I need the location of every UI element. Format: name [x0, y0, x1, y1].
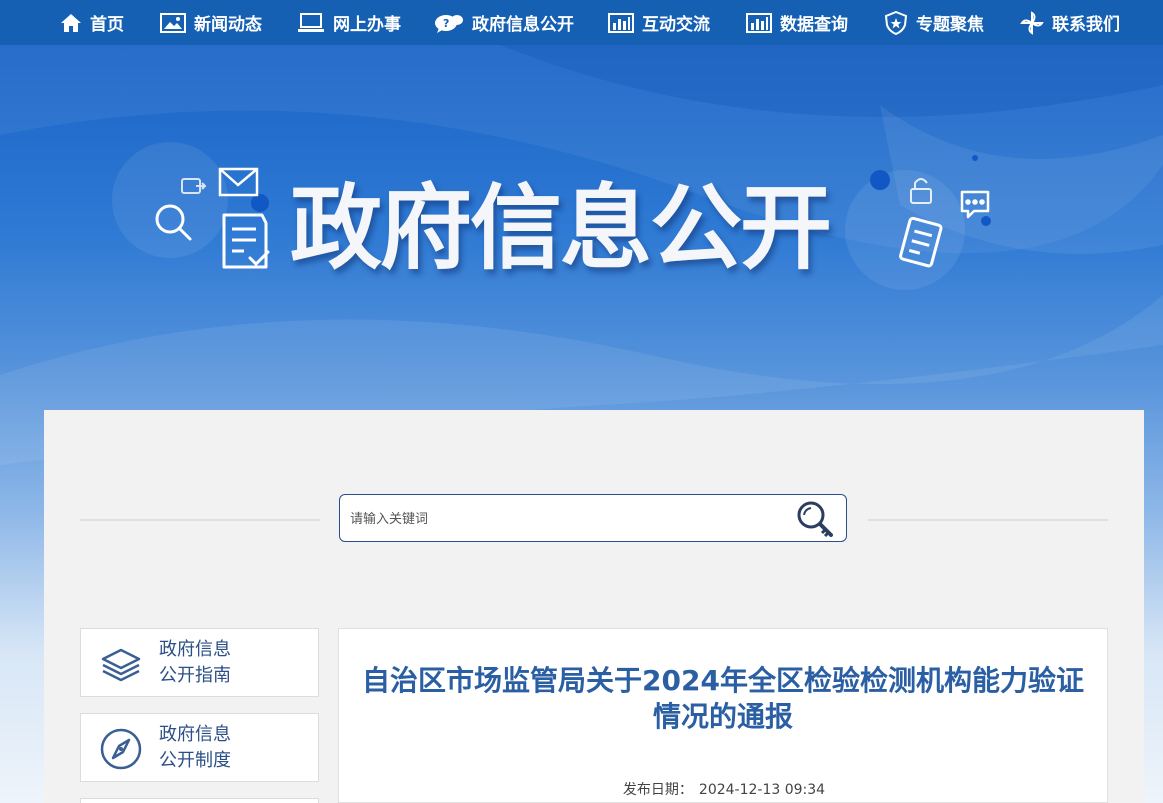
home-icon	[61, 13, 81, 32]
search-button[interactable]	[795, 500, 837, 538]
sidebar-item-disclosure-guide[interactable]: 政府信息 公开指南	[80, 628, 319, 697]
article-date: 发布日期： 2024-12-13 09:34	[339, 779, 1109, 799]
nav-item-data-query[interactable]: 数据查询	[746, 0, 848, 45]
sidebar-item-line2: 公开制度	[159, 750, 231, 771]
laptop-icon	[298, 12, 324, 32]
nav-item-topics[interactable]: 专题聚焦	[884, 0, 984, 45]
sidebar-item-disclosure-system[interactable]: 政府信息 公开制度	[80, 713, 319, 782]
article-card: 自治区市场监管局关于2024年全区检验检测机构能力验证情况的通报 发布日期： 20…	[338, 628, 1108, 803]
date-label: 发布日期：	[622, 782, 693, 798]
nav-item-label: 政府信息公开	[472, 15, 574, 35]
date-value: 2024-12-13 09:34	[698, 782, 826, 798]
search-box	[339, 494, 847, 542]
nav-item-interaction[interactable]: 互动交流	[608, 0, 710, 45]
sidebar-item-line1: 政府信息	[159, 639, 231, 660]
top-navigation-bar: 首页 新闻动态 网上办事 ? 政府信息公开 互动交流 数据查询 专题聚焦 联系我…	[0, 0, 1163, 45]
layers-icon	[101, 648, 141, 682]
sidebar-item-label: 政府信息 公开指南	[159, 637, 309, 689]
nav-item-online-service[interactable]: 网上办事	[297, 0, 401, 45]
bar-chart-icon	[608, 12, 634, 33]
document-check-icon	[222, 213, 270, 269]
compass-icon	[100, 728, 142, 770]
nav-item-label: 新闻动态	[194, 15, 262, 35]
article-title: 自治区市场监管局关于2024年全区检验检测机构能力验证情况的通报	[362, 664, 1084, 733]
search-divider-left	[80, 519, 320, 521]
search-divider-right	[868, 519, 1108, 521]
bar-chart-icon	[746, 12, 772, 33]
nav-item-label: 联系我们	[1052, 15, 1120, 35]
sidebar-item-partial[interactable]	[80, 798, 319, 803]
shield-star-icon	[884, 10, 908, 35]
chat-bubble-icon: ?	[435, 14, 463, 33]
sidebar-item-label: 政府信息 公开制度	[159, 722, 309, 774]
nav-item-home[interactable]: 首页	[60, 0, 124, 45]
nav-item-label: 互动交流	[642, 15, 710, 35]
sidebar-item-line1: 政府信息	[159, 724, 231, 745]
sidebar-item-line2: 公开指南	[159, 665, 231, 686]
banner-title: 政府信息公开	[290, 175, 832, 282]
nav-item-news[interactable]: 新闻动态	[160, 0, 262, 45]
image-icon	[160, 12, 186, 33]
nav-item-label: 网上办事	[333, 15, 401, 35]
magnifier-key-icon	[797, 501, 833, 538]
pinwheel-icon	[1020, 10, 1044, 35]
nav-item-gov-info[interactable]: ? 政府信息公开	[434, 0, 574, 45]
search-input[interactable]	[348, 505, 782, 533]
nav-item-label: 首页	[90, 15, 124, 35]
nav-item-label: 数据查询	[780, 15, 848, 35]
svg-text:?: ?	[443, 17, 449, 30]
nav-item-contact[interactable]: 联系我们	[1020, 0, 1120, 45]
nav-item-label: 专题聚焦	[916, 15, 984, 35]
